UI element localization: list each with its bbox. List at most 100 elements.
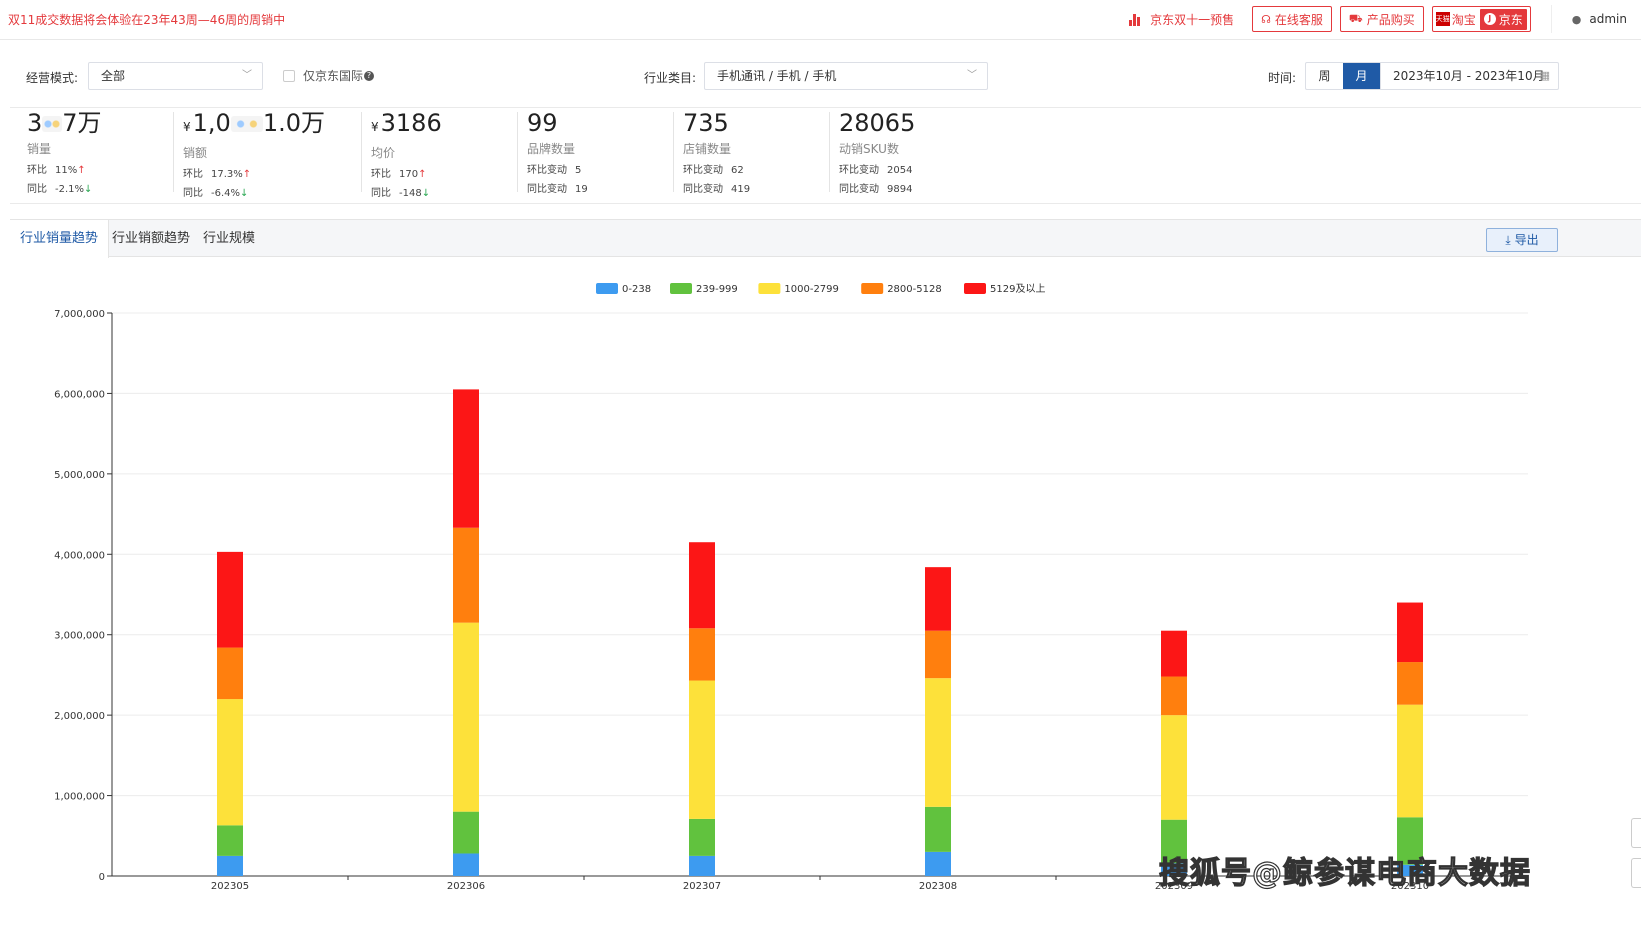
kpi-name: 销量 <box>27 142 52 156</box>
bar-segment <box>689 680 715 819</box>
user-menu[interactable]: ● admin <box>1550 5 1641 33</box>
platform-taobao[interactable]: 天猫 淘宝 <box>1435 11 1476 28</box>
industry-select[interactable]: 手机通讯 / 手机 / 手机 ﹀ <box>704 62 988 90</box>
jd-logo-icon: J <box>1483 13 1496 25</box>
industry-label: 行业类目: <box>644 71 697 85</box>
side-float-button[interactable] <box>1631 858 1641 888</box>
calendar-icon: ▦ <box>1539 69 1550 82</box>
x-tick-label: 202306 <box>447 881 485 892</box>
bar-segment <box>217 647 243 700</box>
platform-jd[interactable]: J 京东 <box>1479 8 1527 30</box>
service-label: 在线客服 <box>1274 12 1323 27</box>
y-tick-label: 1,000,000 <box>54 792 105 803</box>
kpi-value-left: 3186 <box>380 109 442 137</box>
kpi-row-value: 19 <box>575 184 588 195</box>
kpi-yoy: 同比变动 9894 <box>839 180 915 195</box>
bar-segment <box>925 630 951 679</box>
kpi-row-value: 11% <box>55 165 78 176</box>
arrow-up-icon: ↑ <box>77 165 86 176</box>
filter-bar: 经营模式: 全部 ﹀ 仅京东国际 ? 行业类目: 手机通讯 / 手机 / 手机 … <box>10 44 1641 108</box>
legend-swatch <box>861 283 884 294</box>
bar-segment <box>453 389 479 528</box>
jd-intl-checkbox[interactable]: 仅京东国际 ? <box>283 67 375 84</box>
bar-segment <box>217 699 243 826</box>
kpi-brand-count: 99 品牌数量 环比变动 5 同比变动 19 <box>517 108 588 196</box>
kpi-row-value: 9894 <box>887 184 913 195</box>
platform-switch[interactable]: 天猫 淘宝 J 京东 <box>1431 6 1531 32</box>
promo-link[interactable]: 京东双十一预售 <box>1129 11 1234 28</box>
legend-swatch <box>964 283 986 294</box>
bar-segment <box>1161 715 1187 820</box>
y-tick-label: 3,000,000 <box>54 631 105 642</box>
kpi-row-value: 17.3% <box>211 169 243 180</box>
user-icon: ● <box>1571 12 1582 26</box>
bar-chart-icon <box>1129 13 1143 26</box>
bar-segment <box>217 855 243 876</box>
export-button[interactable]: ⤓ 导出 <box>1486 228 1558 252</box>
bar-segment <box>1397 704 1423 818</box>
y-tick-label: 5,000,000 <box>54 470 105 481</box>
bar-segment <box>689 818 715 856</box>
kpi-row-value: 5 <box>575 165 582 176</box>
kpi-shop-count: 735 店铺数量 环比变动 62 同比变动 419 <box>673 108 751 196</box>
top-bar: 双11成交数据将会体验在23年43周—46周的周销中 京东双十一预售 ☊ 在线客… <box>0 0 1641 40</box>
bar-segment <box>925 678 951 807</box>
kpi-value: 28065 <box>839 109 916 137</box>
kpi-row-value: 62 <box>731 165 744 176</box>
kpi-value: 735 <box>683 109 729 137</box>
kpi-row-label: 同比 <box>371 188 391 199</box>
export-label: 导出 <box>1514 233 1539 247</box>
legend-label: 5129及以上 <box>990 283 1045 295</box>
tab-industry-scale[interactable]: 行业规模 <box>193 220 265 257</box>
buy-label: 产品购买 <box>1366 12 1415 27</box>
bar-segment <box>453 853 479 876</box>
masked-value <box>230 116 263 132</box>
date-range-value: 2023年10月 - 2023年10月 <box>1393 69 1545 83</box>
buy-product-button[interactable]: ⛟ 产品购买 <box>1339 6 1424 32</box>
kpi-value-left: 3 <box>27 109 43 137</box>
help-icon[interactable]: ? <box>364 70 375 81</box>
kpi-row-value: -148 <box>399 188 422 199</box>
y-tick-label: 6,000,000 <box>54 389 105 400</box>
side-float-button[interactable] <box>1631 818 1641 848</box>
y-tick-label: 4,000,000 <box>54 550 105 561</box>
legend-swatch <box>596 283 618 294</box>
tab-sales-volume-trend[interactable]: 行业销量趋势 <box>10 220 110 258</box>
kpi-value: ¥3186 <box>371 108 442 142</box>
kpi-mom: 环比变动 62 <box>683 161 750 176</box>
headset-icon: ☊ <box>1261 12 1271 26</box>
jd-label: 京东 <box>1498 12 1523 27</box>
kpi-value-right: 1.0万 <box>262 109 325 137</box>
period-picker: 周 月 2023年10月 - 2023年10月 ▦ <box>1305 62 1559 90</box>
checkbox-box[interactable] <box>283 69 295 82</box>
kpi-row-label: 环比变动 <box>839 165 879 176</box>
period-month-button[interactable]: 月 <box>1343 63 1380 89</box>
bar-segment <box>453 811 479 854</box>
tmall-logo-icon: 天猫 <box>1435 12 1450 26</box>
kpi-value: 3 7万 <box>27 108 102 138</box>
kpi-yoy: 同比 -6.4%↓ <box>183 184 325 199</box>
mode-select[interactable]: 全部 ﹀ <box>88 62 263 90</box>
kpi-row-label: 同比变动 <box>683 184 723 195</box>
date-range-input[interactable]: 2023年10月 - 2023年10月 ▦ <box>1380 63 1558 89</box>
kpi-row-label: 环比 <box>183 169 203 180</box>
online-service-button[interactable]: ☊ 在线客服 <box>1252 6 1332 32</box>
kpi-avg-price: ¥3186 均价 环比 170↑ 同比 -148↓ <box>361 108 442 199</box>
arrow-down-icon: ↓ <box>421 188 431 199</box>
y-tick-label: 2,000,000 <box>54 711 105 722</box>
bar-segment <box>1397 662 1423 705</box>
tab-sales-amount-trend[interactable]: 行业销额趋势 <box>102 220 200 257</box>
bar-segment <box>453 622 479 812</box>
bar-segment <box>689 628 715 681</box>
taobao-label: 淘宝 <box>1451 12 1476 27</box>
time-label: 时间: <box>1268 71 1297 85</box>
kpi-row-label: 环比变动 <box>527 165 567 176</box>
legend-label: 2800-5128 <box>887 284 942 295</box>
kpi-name: 销额 <box>183 146 208 160</box>
cart-icon: ⛟ <box>1348 11 1363 25</box>
divider <box>517 112 518 192</box>
currency-symbol: ¥ <box>371 120 379 134</box>
masked-value <box>42 116 63 132</box>
kpi-row-value: 419 <box>731 184 751 195</box>
period-week-button[interactable]: 周 <box>1306 63 1343 89</box>
